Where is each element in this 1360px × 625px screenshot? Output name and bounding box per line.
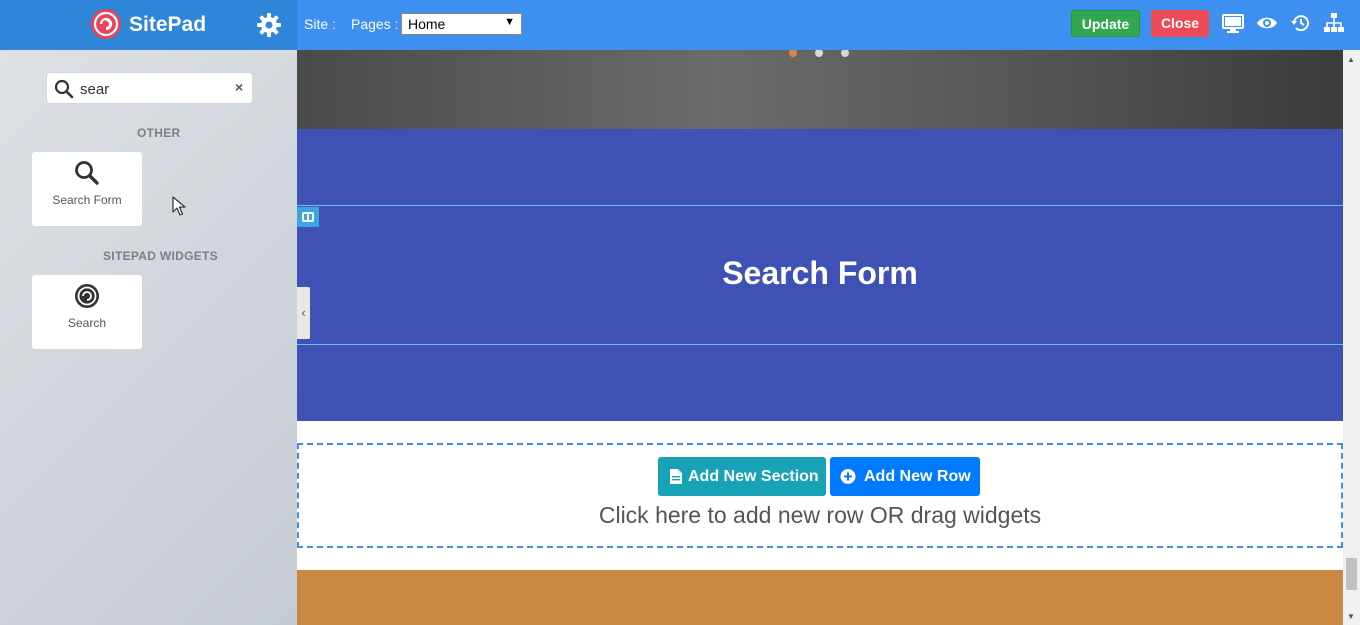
pages-select-value: Home	[408, 16, 446, 32]
scroll-down-icon[interactable]: ▼	[1347, 612, 1355, 621]
desktop-icon[interactable]	[1222, 12, 1244, 34]
eye-icon[interactable]	[1256, 12, 1278, 34]
add-new-row-button[interactable]: Add New Row	[830, 457, 980, 496]
hero-image-section	[297, 50, 1343, 129]
brand-area: SitePad	[0, 0, 297, 50]
slider-dot[interactable]	[841, 50, 849, 57]
widget-label: Search Form	[52, 193, 122, 207]
site-label: Site :	[304, 16, 336, 32]
orange-section[interactable]	[297, 570, 1343, 625]
drop-hint-text[interactable]: Click here to add new row OR drag widget…	[299, 502, 1341, 529]
slider-dots	[789, 50, 867, 62]
scroll-up-icon[interactable]: ▲	[1347, 55, 1355, 64]
mouse-cursor-icon	[172, 196, 186, 216]
update-button[interactable]: Update	[1071, 10, 1140, 37]
widget-search-form[interactable]: Search Form	[32, 152, 142, 226]
widget-label: Search	[67, 316, 107, 330]
widget-search[interactable]: Search	[32, 275, 142, 349]
slider-dot[interactable]	[789, 50, 797, 57]
search-icon	[54, 79, 74, 99]
widget-search-box[interactable]: ×	[46, 72, 253, 104]
brand-name: SitePad	[129, 13, 207, 36]
chevron-down-icon: ▼	[504, 16, 515, 28]
section-title[interactable]: Search Form	[297, 255, 1343, 292]
widget-search-input[interactable]	[80, 79, 230, 99]
close-button[interactable]: Close	[1151, 10, 1209, 37]
gear-icon[interactable]	[256, 12, 282, 38]
category-label-other: OTHER	[137, 126, 181, 140]
pages-label: Pages :	[351, 16, 399, 32]
add-new-section-label: Add New Section	[688, 468, 819, 485]
sidebar-collapse-toggle[interactable]: ‹	[297, 287, 310, 339]
close-icon[interactable]: ×	[235, 79, 243, 95]
sitepad-logo-icon	[75, 284, 99, 308]
row-handle-icon[interactable]	[297, 207, 319, 227]
search-icon	[75, 161, 99, 185]
widget-sidebar: × OTHER Search Form SITEPAD WIDGETS Sear…	[0, 50, 297, 625]
add-new-section-button[interactable]: Add New Section	[658, 457, 826, 496]
sitemap-icon[interactable]	[1323, 12, 1345, 34]
plus-circle-icon	[840, 469, 856, 484]
vertical-scrollbar[interactable]: ▲ ▼	[1343, 50, 1360, 625]
row-border-top	[297, 205, 1343, 206]
top-toolbar: SitePad Site : Pages : Home ▼ Update Clo…	[0, 0, 1360, 50]
category-label-sitepad-widgets: SITEPAD WIDGETS	[103, 249, 218, 263]
document-icon	[670, 469, 682, 484]
history-icon[interactable]	[1290, 12, 1312, 34]
slider-dot[interactable]	[815, 50, 823, 57]
add-row-drop-zone[interactable]: Add New Section Add New Row Click here t…	[297, 443, 1343, 548]
pages-select[interactable]: Home ▼	[401, 13, 522, 35]
page-canvas[interactable]: Search Form Add New Section Add New Row …	[297, 50, 1343, 625]
add-new-row-label: Add New Row	[864, 468, 971, 485]
sitepad-logo-icon	[91, 9, 121, 39]
scrollbar-thumb[interactable]	[1346, 558, 1357, 590]
row-border-bottom	[297, 344, 1343, 345]
